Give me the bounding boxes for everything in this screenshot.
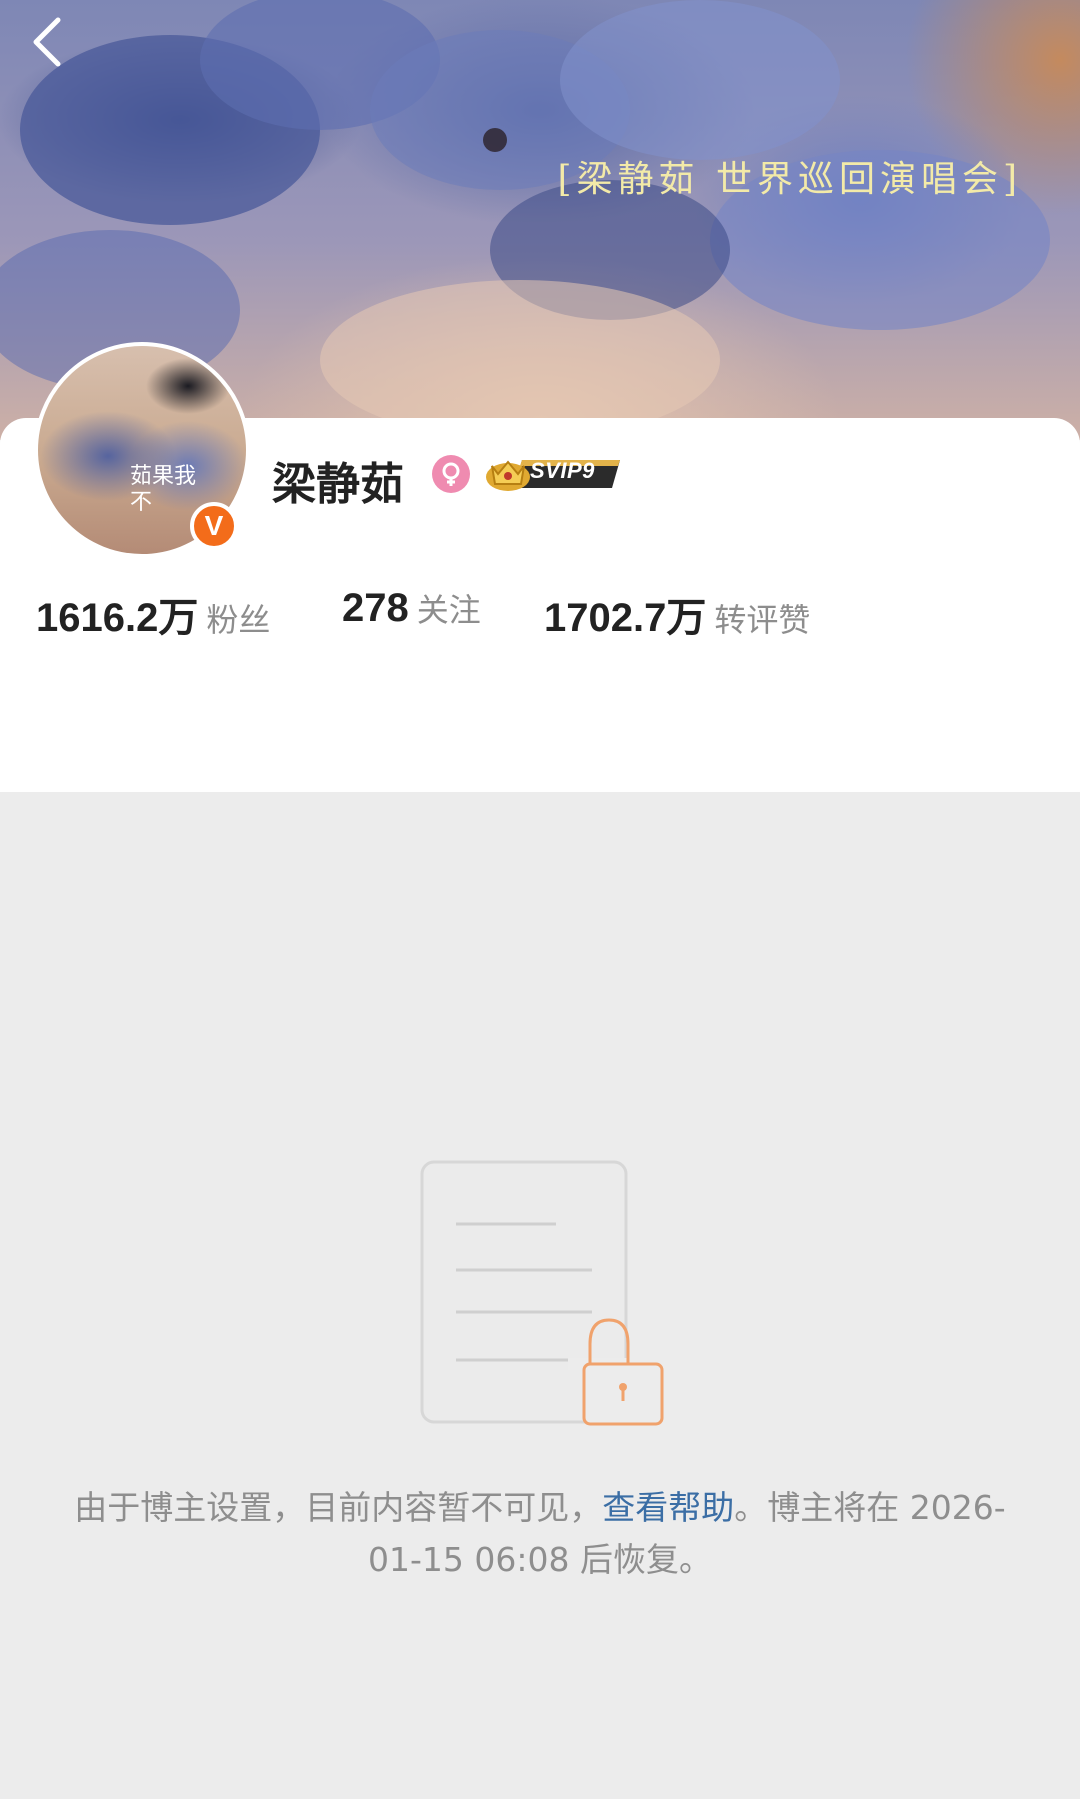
followers-label: 粉丝 (206, 601, 271, 639)
female-icon (432, 455, 470, 493)
locked-notice: 由于博主设置，目前内容暂不可见，查看帮助。博主将在 2026-01-15 06:… (60, 1482, 1020, 1586)
svip-badge[interactable]: SVIP9 (484, 450, 624, 496)
help-link[interactable]: 查看帮助 (602, 1488, 734, 1527)
back-button[interactable] (24, 14, 72, 70)
followers-stat[interactable]: 1616.2万 粉丝 (36, 585, 270, 643)
verified-v-icon: V (190, 502, 238, 550)
chevron-left-icon (33, 17, 61, 67)
following-label: 关注 (416, 591, 481, 629)
username: 梁静茹 (272, 459, 404, 510)
notice-prefix: 由于博主设置，目前内容暂不可见， (74, 1488, 603, 1527)
locked-document-icon (420, 1160, 664, 1426)
followers-count: 1616.2万 (36, 596, 199, 640)
interactions-count: 1702.7万 (544, 596, 707, 640)
interactions-label: 转评赞 (714, 601, 811, 639)
following-stat[interactable]: 278 关注 (342, 585, 481, 631)
avatar-text: 茹果我不 (130, 464, 197, 515)
following-count: 278 (342, 586, 409, 630)
svip-label: SVIP9 (530, 458, 595, 483)
interactions-stat[interactable]: 1702.7万 转评赞 (544, 585, 810, 643)
banner-caption: [梁静茹 世界巡回演唱会] (557, 159, 1022, 200)
